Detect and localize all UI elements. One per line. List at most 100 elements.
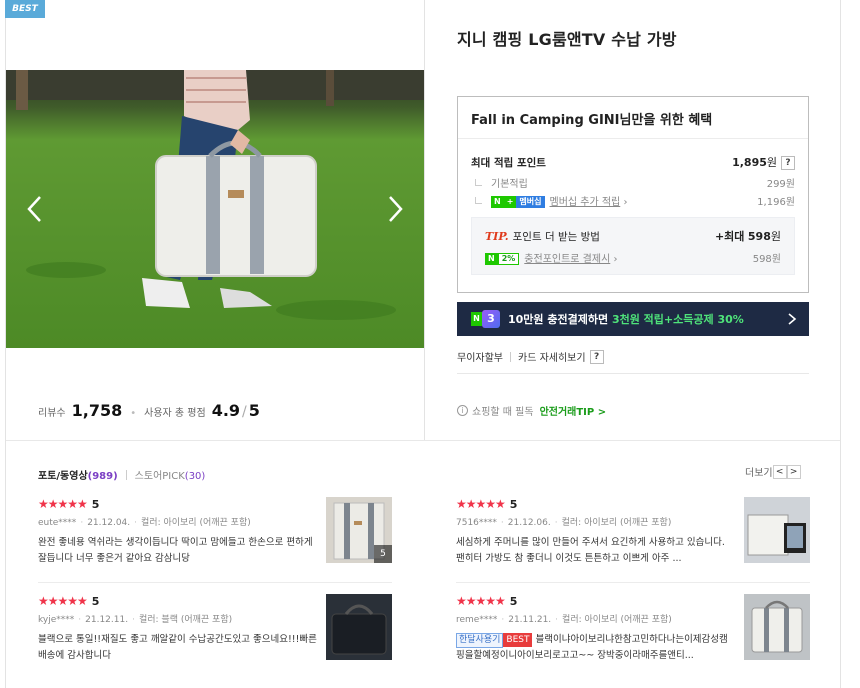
charge-label: N 2% 충전포인트로 결제시 ›: [485, 250, 617, 265]
review-card[interactable]: ★★★★★ 5 reme**** · 21.11.21. · 컬러: 아이보리 (어깨끈 …: [456, 594, 810, 676]
membership-points-value: 1,196원: [757, 197, 795, 208]
npay-logo-icon: N: [471, 312, 482, 326]
tab-store-pick[interactable]: 스토어PICK(30): [135, 467, 206, 482]
next-page-button[interactable]: >: [786, 464, 801, 479]
review-count-label: 리뷰수: [38, 408, 66, 419]
max-points-amount: 1,895: [732, 156, 767, 169]
review-option: 컬러: 아이보리 (어깨끈 포함): [562, 615, 672, 625]
charge-link[interactable]: 충전포인트로 결제시: [524, 254, 610, 265]
review-date: 21.12.11.: [85, 615, 129, 625]
card-detail-link[interactable]: 카드 자세히보기: [518, 349, 586, 364]
review-count: 1,758: [71, 401, 123, 420]
basic-points-row: 기본적립 299원: [471, 175, 795, 190]
tip-max-prefix: +최대: [714, 230, 745, 243]
promo-text: 10만원 충전결제하면 3천원 적립+소득공제 30%: [508, 311, 744, 327]
tip-label: TIP.: [485, 229, 509, 243]
divider: [457, 373, 809, 374]
points-help-button[interactable]: ?: [781, 156, 795, 170]
promo-text-main: 10만원 충전결제하면: [508, 313, 609, 326]
score-slash: /: [242, 404, 247, 420]
star-rating-icon: ★★★★★: [456, 594, 506, 608]
star-rating-icon: ★★★★★: [38, 497, 88, 511]
membership-link[interactable]: 멤버십 추가 적립: [550, 197, 621, 208]
review-thumbnail[interactable]: [744, 497, 810, 563]
won-unit: 원: [770, 230, 781, 243]
info-icon: i: [457, 405, 468, 416]
chevron-right-icon: [389, 196, 403, 222]
month-review-tag: 한달사용기: [456, 633, 504, 648]
more-link[interactable]: 더보기: [745, 464, 773, 479]
review-card[interactable]: ★★★★★ 5 kyje**** · 21.12.11. · 컬러: 블랙 (어깨끈 포함…: [38, 594, 392, 676]
divider: [38, 582, 392, 583]
rating-score: 5: [91, 497, 100, 511]
npay-n-icon: N: [485, 253, 498, 265]
npay-plus-icon: +: [503, 196, 517, 208]
divider: [125, 469, 127, 480]
max-points-value: 1,895원?: [732, 154, 795, 170]
tab-count: (30): [184, 471, 206, 482]
basic-label-text: 기본적립: [491, 179, 528, 190]
prev-image-button[interactable]: [20, 192, 50, 226]
review-date: 21.12.06.: [507, 518, 551, 528]
tab-count: (989): [87, 471, 118, 482]
product-title: 지니 캠핑 LG룸앤TV 수납 가방: [457, 30, 677, 49]
npay-n-icon: N: [491, 196, 504, 208]
rating-score: 5: [509, 594, 518, 608]
review-photo: [744, 594, 810, 660]
more-controls: 더보기 < >: [745, 464, 801, 479]
payment-links: 무이자할부 카드 자세히보기 ?: [457, 349, 604, 364]
review-card[interactable]: ★★★★★ 5 7516**** · 21.12.06. · 컬러: 아이보리 (어깨끈 …: [456, 497, 810, 579]
dot-separator: •: [130, 408, 137, 419]
tip-max-value: 598: [747, 230, 771, 243]
max-points-label: 최대 적립 포인트: [471, 156, 546, 169]
review-date: 21.12.04.: [87, 518, 131, 528]
photo-count: 5: [374, 545, 392, 563]
avg-score-label: 사용자 총 평점: [144, 408, 206, 419]
product-photo: [6, 70, 424, 348]
chevron-left-icon: [27, 196, 41, 222]
review-thumbnail[interactable]: 5: [326, 497, 392, 563]
review-text: 한달사용기 BEST 블랙이냐아이보리냐한참고민하다나는이제감성캠핑을할예정이니아이…: [456, 632, 736, 664]
review-text: 블랙으로 통일!!재질도 좋고 깨알같이 수납공간도있고 좋으네요!!!빠른배송…: [38, 634, 317, 661]
charge-value: 598원: [752, 254, 781, 265]
review-tabs: 포토/동영상(989) 스토어PICK(30): [38, 467, 205, 482]
promo-banner[interactable]: N 3 10만원 충전결제하면 3천원 적립+소득공제 30%: [457, 302, 809, 336]
tip-max: +최대 598원: [715, 228, 781, 244]
membership-points-label: N + 멤버십 멤버십 추가 적립 ›: [471, 193, 627, 208]
rating-score: 5: [91, 594, 100, 608]
review-photo: [326, 594, 392, 660]
tree-corner-icon: [475, 179, 482, 186]
best-tag: BEST: [503, 633, 533, 647]
reviewer-id: kyje****: [38, 615, 75, 625]
column-divider: [424, 0, 425, 440]
next-image-button[interactable]: [380, 192, 410, 226]
review-stats: 리뷰수 1,758 • 사용자 총 평점 4.9 / 5: [38, 401, 260, 420]
reviewer-id: eute****: [38, 518, 77, 528]
review-thumbnail[interactable]: [744, 594, 810, 660]
charge-percent-badge: 2%: [497, 253, 520, 265]
won-unit: 원: [766, 156, 777, 169]
tab-photo-video[interactable]: 포토/동영상(989): [38, 467, 118, 482]
card-help-button[interactable]: ?: [589, 349, 604, 364]
review-card[interactable]: ★★★★★ 5 eute**** · 21.12.04. · 컬러: 아이보리 (어깨끈 …: [38, 497, 392, 579]
tip-text: 포인트 더 받는 방법: [512, 230, 600, 243]
divider: [510, 351, 511, 362]
membership-points-row: N + 멤버십 멤버십 추가 적립 › 1,196원: [471, 193, 795, 208]
benefit-box: Fall in Camping GINI님만을 위한 혜택 최대 적립 포인트 …: [457, 96, 809, 293]
tab-label: 스토어PICK: [134, 471, 185, 482]
prev-page-button[interactable]: <: [772, 464, 787, 479]
review-thumbnail[interactable]: [326, 594, 392, 660]
avg-score: 4.9: [211, 401, 241, 420]
tab-label: 포토/동영상: [38, 471, 88, 482]
charge-row: N 2% 충전포인트로 결제시 › 598원: [485, 250, 781, 265]
review-text: 완전 좋네용 역쉬라는 생각이듭니다 딱이고 맘에들고 한손으로 편하게 잘듭니…: [38, 537, 313, 564]
installment-link[interactable]: 무이자할부: [457, 349, 503, 364]
benefit-heading: Fall in Camping GINI님만을 위한 혜택: [458, 97, 808, 139]
avg-score-max: 5: [248, 401, 260, 420]
tip-row: TIP. 포인트 더 받는 방법 +최대 598원: [485, 228, 781, 244]
review-option: 컬러: 블랙 (어깨끈 포함): [138, 615, 233, 625]
basic-points-value: 299원: [766, 179, 795, 190]
safe-trade-tip-link[interactable]: 안전거래TIP >: [540, 403, 607, 418]
review-text: 세심하게 주머니를 많이 만들어 주셔서 요긴하게 사용하고 있습니다. 팬히터…: [456, 537, 725, 564]
rating-score: 5: [509, 497, 518, 511]
